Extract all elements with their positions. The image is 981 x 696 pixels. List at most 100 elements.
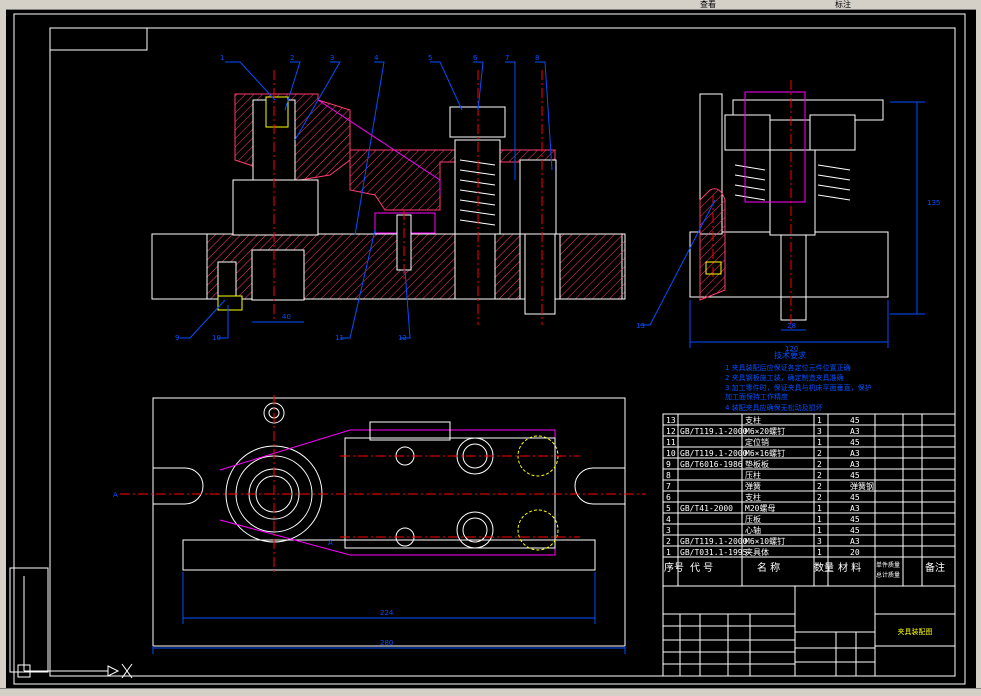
bom-cell: M6×10螺钉 [745, 536, 785, 546]
section-mark-a-2: A [328, 539, 333, 547]
bom-cell: 1 [817, 526, 822, 535]
bom-cell: 定位销 [745, 437, 769, 447]
command-bar[interactable] [0, 688, 981, 696]
bom-cell: 1 [817, 504, 822, 513]
bom-header: 单件质量 [876, 561, 900, 569]
bom-cell: 心轴 [745, 525, 761, 535]
corner-box [49, 27, 148, 51]
callout-7: 7 [505, 54, 509, 62]
bom-cell: 2 [817, 460, 822, 469]
bom-cell: 45 [850, 515, 860, 524]
bom-cell: GB/T6016-1986 [680, 460, 743, 469]
callout-2: 2 [290, 54, 294, 62]
bom-cell: GB/T119.1-2000 [680, 537, 748, 546]
tech-req-line: 加工面保持工作精度 [725, 392, 788, 401]
bom-cell: 弹簧钢 [850, 481, 874, 491]
drawing-name: 夹具装配图 [898, 627, 933, 636]
tech-req-line: 2 夹具钢板施工装，确定制造夹具准确 [725, 373, 844, 382]
bom-cell: GB/T41-2000 [680, 504, 733, 513]
bom-cell: 1 [817, 548, 822, 557]
callout-11: 11 [335, 334, 344, 342]
bom-cell: A3 [850, 427, 860, 436]
callout-9: 9 [175, 334, 179, 342]
bom-cell: 7 [666, 482, 671, 491]
ucs-icon [9, 567, 133, 679]
bom-cell: 1 [817, 416, 822, 425]
bom-cell: M20螺母 [745, 503, 775, 513]
callout-12: 12 [398, 334, 407, 342]
bom-cell: 12 [666, 427, 676, 436]
callout-1: 1 [220, 54, 224, 62]
bom-header: 备注 [925, 561, 945, 574]
left-dock [0, 9, 6, 689]
bom-cell: GB/T119.1-2000 [680, 449, 748, 458]
front-section-view [151, 70, 626, 325]
tech-req-line: 4 装配夹具应确保无松动及损坏 [725, 403, 823, 412]
bom-cell: M6×20螺钉 [745, 426, 785, 436]
callout-3: 3 [330, 54, 334, 62]
tech-req-line: 1 夹具装配后应保证各定位元件位置正确 [725, 363, 851, 372]
bom-cell: 45 [850, 493, 860, 502]
bom-cell: 3 [666, 526, 671, 535]
cad-drawing-canvas[interactable]: 13 支柱 1 4512 GB/T119.1-2000M6×20螺钉 3 A311 定位销 1 4… [0, 0, 981, 696]
bom-cell: 夹具体 [745, 547, 769, 557]
bom-cell: 20 [850, 548, 860, 557]
bom-cell: 45 [850, 416, 860, 425]
bom-cell: GB/T031.1-1995 [680, 548, 748, 557]
menu-view[interactable]: 查看 [700, 0, 716, 9]
bom-cell: A3 [850, 537, 860, 546]
dim-40: 40 [282, 313, 291, 321]
dim-224: 224 [380, 609, 394, 617]
bom-cell: 1 [666, 548, 671, 557]
tech-req-line: 3 加工零件时，保证夹具与机床平面垂直，保护 [725, 383, 872, 392]
callout-10: 10 [212, 334, 221, 342]
bom-cell: 5 [666, 504, 671, 513]
bom-cell: 压柱 [745, 470, 761, 480]
callout-13: 13 [636, 322, 645, 330]
callout-8: 8 [535, 54, 539, 62]
app-toolbar[interactable]: 查看 标注 [0, 0, 981, 10]
bom-cell: 2 [666, 537, 671, 546]
callout-6: 6 [473, 54, 478, 62]
bom-cell: 6 [666, 493, 671, 502]
right-scrollbar[interactable] [976, 9, 981, 689]
bom-cell: 弹簧 [745, 481, 761, 491]
bom-cell: 2 [817, 471, 822, 480]
bom-cell: 8 [666, 471, 671, 480]
bom-cell: 支柱 [745, 492, 761, 502]
bom-cell: 9 [666, 460, 671, 469]
bom-cell: 45 [850, 438, 860, 447]
bom-cell: 3 [817, 427, 822, 436]
bom-header: 名 称 [757, 561, 780, 574]
bom-cell: 支柱 [745, 415, 761, 425]
bom-header: 材 料 [838, 561, 861, 574]
bom-cell: 3 [817, 537, 822, 546]
bom-cell: 2 [817, 449, 822, 458]
bom-cell: A3 [850, 460, 860, 469]
bom-header: 序号 [664, 561, 684, 574]
dim-120: 120 [785, 345, 798, 353]
section-mark-a: A [113, 491, 118, 499]
bom-cell: 1 [817, 438, 822, 447]
bom-cell: 45 [850, 526, 860, 535]
bom-cell: 2 [817, 482, 822, 491]
bom-cell: GB/T119.1-2000 [680, 427, 748, 436]
bom-header: 总计质量 [876, 571, 900, 579]
bom-table-grid [662, 413, 956, 587]
bom-cell: 11 [666, 438, 676, 447]
bom-cell: 1 [817, 515, 822, 524]
bom-cell: 2 [817, 493, 822, 502]
bom-cell: 4 [666, 515, 671, 524]
dim-280: 280 [380, 639, 393, 647]
bom-header: 数量 [814, 561, 834, 574]
bom-cell: A3 [850, 449, 860, 458]
callout-5: 5 [428, 54, 432, 62]
bom-cell: 10 [666, 449, 676, 458]
dim-28: 28 [787, 322, 796, 330]
technical-requirements: 技术要求 1 夹具装配后应保证各定位元件位置正确 2 夹具钢板施工装，确定制造夹… [725, 350, 872, 412]
bom-cell: 垫板板 [745, 459, 769, 469]
bom-header: 代 号 [690, 562, 713, 574]
menu-dimension[interactable]: 标注 [835, 0, 851, 9]
bom-cell: A3 [850, 504, 860, 513]
side-view [689, 80, 889, 330]
